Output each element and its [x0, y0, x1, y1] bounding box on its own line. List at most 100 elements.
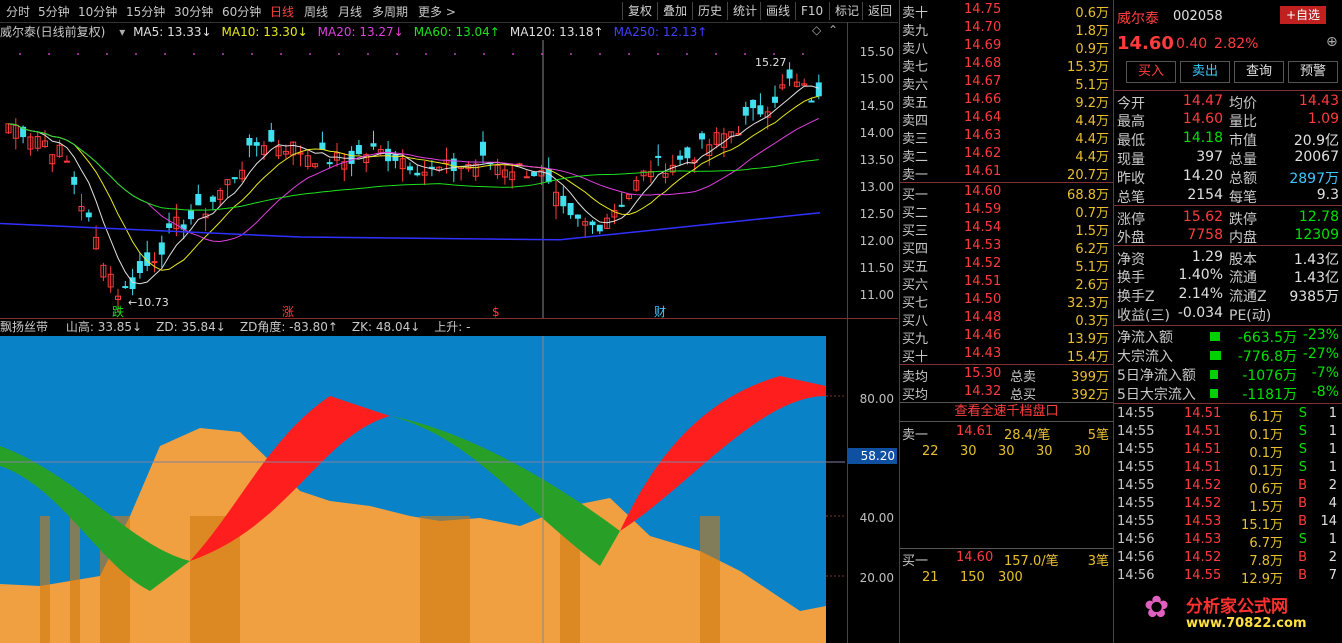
queue-order: 30 — [998, 444, 1015, 459]
trade-button-2[interactable]: 查询 — [1234, 61, 1284, 83]
cursor-value: 58.20 — [847, 448, 897, 464]
price-tick: 12.50 — [859, 207, 894, 222]
buy-level-row[interactable]: 买二 14.59 0.7万 — [900, 202, 1113, 221]
sell-level-row[interactable]: 卖八 14.69 0.9万 — [900, 38, 1113, 57]
tick-volume: 12.9万 — [1241, 572, 1283, 587]
ribbon-indicator-chart[interactable] — [0, 336, 845, 643]
last-price: 14.60 — [1117, 33, 1174, 54]
book-price: 14.50 — [964, 292, 1002, 307]
toolbar-button-4[interactable]: 画线 — [760, 2, 795, 20]
tick-price: 14.51 — [1184, 442, 1222, 457]
quote-label: 均价 — [1229, 96, 1257, 112]
candlestick-chart[interactable]: 15.27 ←10.73 跌 涨 $ 财 — [0, 40, 845, 318]
quote-panel: 威尔泰 002058 +自选 ⊕ 14.60 0.40 2.82% 买入 卖出 查询 预警 今开 14.… — [1113, 0, 1342, 643]
avg-label: 买均 — [902, 388, 929, 403]
total-label: 总卖 — [1010, 370, 1037, 385]
price-change-pct: 2.82% — [1214, 36, 1259, 52]
toolbar-button-3[interactable]: 统计 — [727, 2, 762, 20]
period-tab-8[interactable]: 月线 — [338, 3, 362, 20]
queue-price: 14.60 — [956, 550, 994, 565]
buy-queue-row: 买一 14.60 157.0/笔 3笔 — [900, 550, 1113, 569]
period-tab-2[interactable]: 10分钟 — [78, 3, 117, 20]
period-tab-1[interactable]: 5分钟 — [38, 3, 70, 20]
price-tick: 14.00 — [859, 126, 894, 141]
price-axis: 15.50 15.00 14.50 14.00 13.50 13.00 12.50 12.00… — [847, 22, 898, 318]
trade-button-0[interactable]: 买入 — [1126, 61, 1176, 83]
tick-price: 14.53 — [1184, 514, 1222, 529]
price-tick: 15.50 — [859, 45, 894, 60]
quote-label: 换手 — [1117, 270, 1145, 286]
period-tab-7[interactable]: 周线 — [304, 3, 328, 20]
capital-flow-row: 净流入额 -663.5万 -23% — [1114, 327, 1342, 346]
tick-volume: 15.1万 — [1241, 518, 1283, 533]
quote-label: 今开 — [1117, 96, 1145, 112]
tick-side: S — [1298, 424, 1307, 439]
sell-level-row[interactable]: 卖二 14.62 4.4万 — [900, 146, 1113, 165]
dropdown-icon[interactable]: ▾ — [119, 25, 125, 39]
sell-level-row[interactable]: 卖五 14.66 9.2万 — [900, 92, 1113, 111]
tick-volume: 6.7万 — [1249, 536, 1283, 551]
sell-level-row[interactable]: 卖七 14.68 15.3万 — [900, 56, 1113, 75]
toolbar-button-0[interactable]: 复权 — [622, 2, 657, 20]
buy-level-row[interactable]: 买七 14.50 32.3万 — [900, 292, 1113, 311]
period-tab-6[interactable]: 日线 — [270, 3, 294, 20]
flow-value: -776.8万 — [1237, 349, 1297, 365]
book-price: 14.66 — [964, 92, 1002, 107]
collapse-icon[interactable]: ⌃ — [828, 23, 838, 37]
sell-level-row[interactable]: 卖九 14.70 1.8万 — [900, 20, 1113, 39]
book-price: 14.53 — [964, 238, 1002, 253]
quote-label: 净资 — [1117, 252, 1145, 268]
quote-value: 1.43亿 — [1293, 252, 1339, 268]
toolbar-button-2[interactable]: 历史 — [692, 2, 727, 20]
diamond-icon[interactable]: ◇ — [812, 23, 821, 37]
trade-button-3[interactable]: 预警 — [1288, 61, 1338, 83]
buy-level-row[interactable]: 买一 14.60 68.8万 — [900, 184, 1113, 203]
buy-level-row[interactable]: 买六 14.51 2.6万 — [900, 274, 1113, 293]
avg-value: 15.30 — [964, 366, 1002, 381]
buy-level-row[interactable]: 买四 14.53 6.2万 — [900, 238, 1113, 257]
book-volume: 68.8万 — [1067, 188, 1109, 203]
price-change: 0.40 — [1176, 36, 1208, 52]
trade-button-1[interactable]: 卖出 — [1180, 61, 1230, 83]
book-level-label: 买六 — [902, 278, 929, 293]
book-price: 14.43 — [964, 346, 1002, 361]
period-tab-10[interactable]: 更多 > — [418, 3, 456, 20]
quote-value: 20.9亿 — [1293, 133, 1339, 149]
sell-level-row[interactable]: 卖四 14.64 4.4万 — [900, 110, 1113, 129]
quote-row: 今开 14.47 均价 14.43 — [1114, 93, 1342, 112]
queue-price: 14.61 — [956, 424, 994, 439]
period-tab-3[interactable]: 15分钟 — [126, 3, 165, 20]
period-tab-9[interactable]: 多周期 — [372, 3, 408, 20]
toolbar-button-5[interactable]: F10 — [795, 2, 828, 20]
period-tab-0[interactable]: 分时 — [6, 3, 30, 20]
period-tab-5[interactable]: 60分钟 — [222, 3, 261, 20]
buy-level-row[interactable]: 买三 14.54 1.5万 — [900, 220, 1113, 239]
indicator-value-0: 山高: 33.85↓ — [65, 320, 143, 334]
sell-level-row[interactable]: 卖六 14.67 5.1万 — [900, 74, 1113, 93]
event-marker-0: 跌 — [112, 304, 124, 318]
add-watchlist-button[interactable]: +自选 — [1280, 6, 1327, 24]
expand-icon[interactable]: ⊕ — [1326, 34, 1338, 50]
tick-time: 14:55 — [1117, 460, 1155, 475]
total-value: 392万 — [1071, 388, 1109, 403]
book-volume: 5.1万 — [1075, 260, 1109, 275]
full-depth-link[interactable]: 查看全速千档盘口 — [900, 402, 1113, 422]
toolbar-button-1[interactable]: 叠加 — [657, 2, 692, 20]
book-price: 14.48 — [964, 310, 1002, 325]
buy-level-row[interactable]: 买五 14.52 5.1万 — [900, 256, 1113, 275]
toolbar-button-6[interactable]: 标记 — [829, 2, 864, 20]
buy-level-row[interactable]: 买八 14.48 0.3万 — [900, 310, 1113, 329]
toolbar-button-7[interactable]: 返回 — [862, 2, 897, 20]
ma-legend-0: MA5: 13.33↓ — [133, 25, 212, 39]
period-tab-4[interactable]: 30分钟 — [174, 3, 213, 20]
quote-row: 净资 1.29 股本 1.43亿 — [1114, 249, 1342, 268]
flow-bar — [1210, 332, 1220, 341]
sell-level-row[interactable]: 卖十 14.75 0.6万 — [900, 2, 1113, 21]
buy-level-row[interactable]: 买十 14.43 15.4万 — [900, 346, 1113, 365]
buy-level-row[interactable]: 买九 14.46 13.9万 — [900, 328, 1113, 347]
total-label: 总买 — [1010, 388, 1037, 403]
sell-level-row[interactable]: 卖一 14.61 20.7万 — [900, 164, 1113, 183]
quote-label: 涨停 — [1117, 212, 1145, 228]
tick-side: B — [1298, 550, 1307, 565]
sell-level-row[interactable]: 卖三 14.63 4.4万 — [900, 128, 1113, 147]
